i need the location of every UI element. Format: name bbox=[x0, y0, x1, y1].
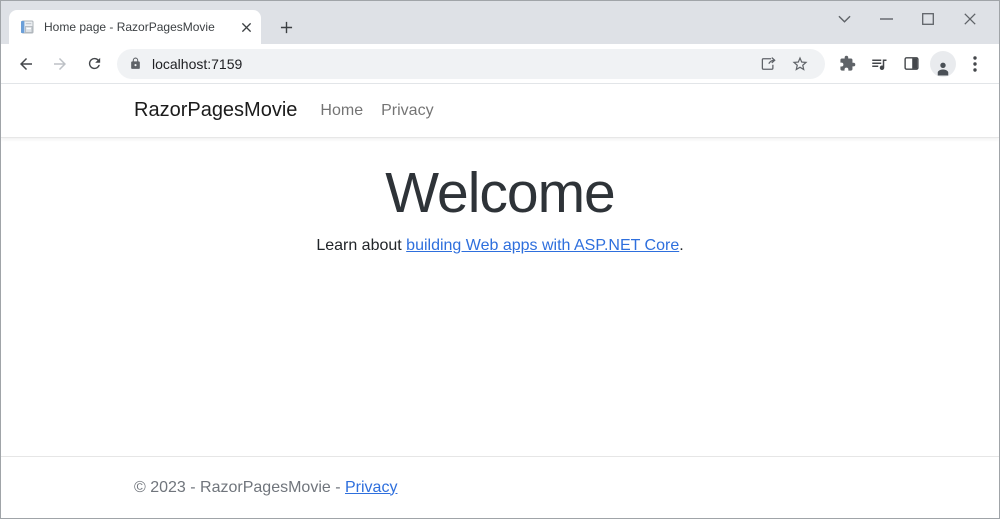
copyright-text: © 2023 - RazorPagesMovie - Privacy bbox=[134, 479, 397, 496]
intro-prefix: Learn about bbox=[316, 237, 407, 254]
side-panel-icon[interactable] bbox=[895, 48, 927, 80]
page-viewport: RazorPagesMovie Home Privacy Welcome Lea… bbox=[1, 84, 999, 518]
main-content: Welcome Learn about building Web apps wi… bbox=[1, 138, 999, 456]
intro-suffix: . bbox=[679, 237, 684, 254]
browser-window: Home page - RazorPagesMovie localhost:71… bbox=[0, 0, 1000, 519]
navbar-links: Home Privacy bbox=[311, 102, 442, 120]
nav-link-home[interactable]: Home bbox=[311, 102, 372, 119]
browser-menu-icon[interactable] bbox=[959, 48, 991, 80]
window-maximize-button[interactable] bbox=[907, 6, 949, 32]
copyright-prefix: © 2023 - RazorPagesMovie - bbox=[134, 478, 345, 496]
site-navbar: RazorPagesMovie Home Privacy bbox=[1, 84, 999, 138]
navbar-brand[interactable]: RazorPagesMovie bbox=[134, 99, 297, 122]
footer-privacy-link[interactable]: Privacy bbox=[345, 479, 397, 496]
lock-icon[interactable] bbox=[129, 57, 142, 70]
media-controls-icon[interactable] bbox=[863, 48, 895, 80]
address-bar[interactable]: localhost:7159 bbox=[117, 48, 825, 79]
bookmark-star-icon[interactable] bbox=[787, 51, 813, 77]
url-text[interactable]: localhost:7159 bbox=[152, 56, 749, 72]
browser-toolbar: localhost:7159 bbox=[1, 44, 999, 84]
profile-avatar[interactable] bbox=[927, 48, 959, 80]
favicon-icon bbox=[21, 20, 34, 34]
tutorial-link[interactable]: building Web apps with ASP.NET Core bbox=[406, 237, 679, 254]
browser-tab[interactable]: Home page - RazorPagesMovie bbox=[9, 10, 261, 44]
site-footer: © 2023 - RazorPagesMovie - Privacy bbox=[1, 456, 999, 518]
window-minimize-button[interactable] bbox=[865, 6, 907, 32]
intro-text: Learn about building Web apps with ASP.N… bbox=[1, 237, 999, 255]
tab-title: Home page - RazorPagesMovie bbox=[44, 20, 215, 34]
tab-strip: Home page - RazorPagesMovie bbox=[1, 1, 999, 44]
person-icon bbox=[930, 50, 956, 77]
window-controls bbox=[823, 6, 991, 32]
page-title: Welcome bbox=[385, 161, 616, 225]
forward-button[interactable] bbox=[43, 47, 77, 81]
tab-search-chevron-icon[interactable] bbox=[823, 6, 865, 32]
share-icon[interactable] bbox=[755, 51, 781, 77]
back-button[interactable] bbox=[9, 47, 43, 81]
window-close-button[interactable] bbox=[949, 6, 991, 32]
new-tab-button[interactable] bbox=[273, 14, 299, 40]
reload-button[interactable] bbox=[77, 47, 111, 81]
nav-link-privacy[interactable]: Privacy bbox=[372, 102, 442, 119]
tab-close-icon[interactable] bbox=[237, 18, 255, 36]
extensions-puzzle-icon[interactable] bbox=[831, 48, 863, 80]
